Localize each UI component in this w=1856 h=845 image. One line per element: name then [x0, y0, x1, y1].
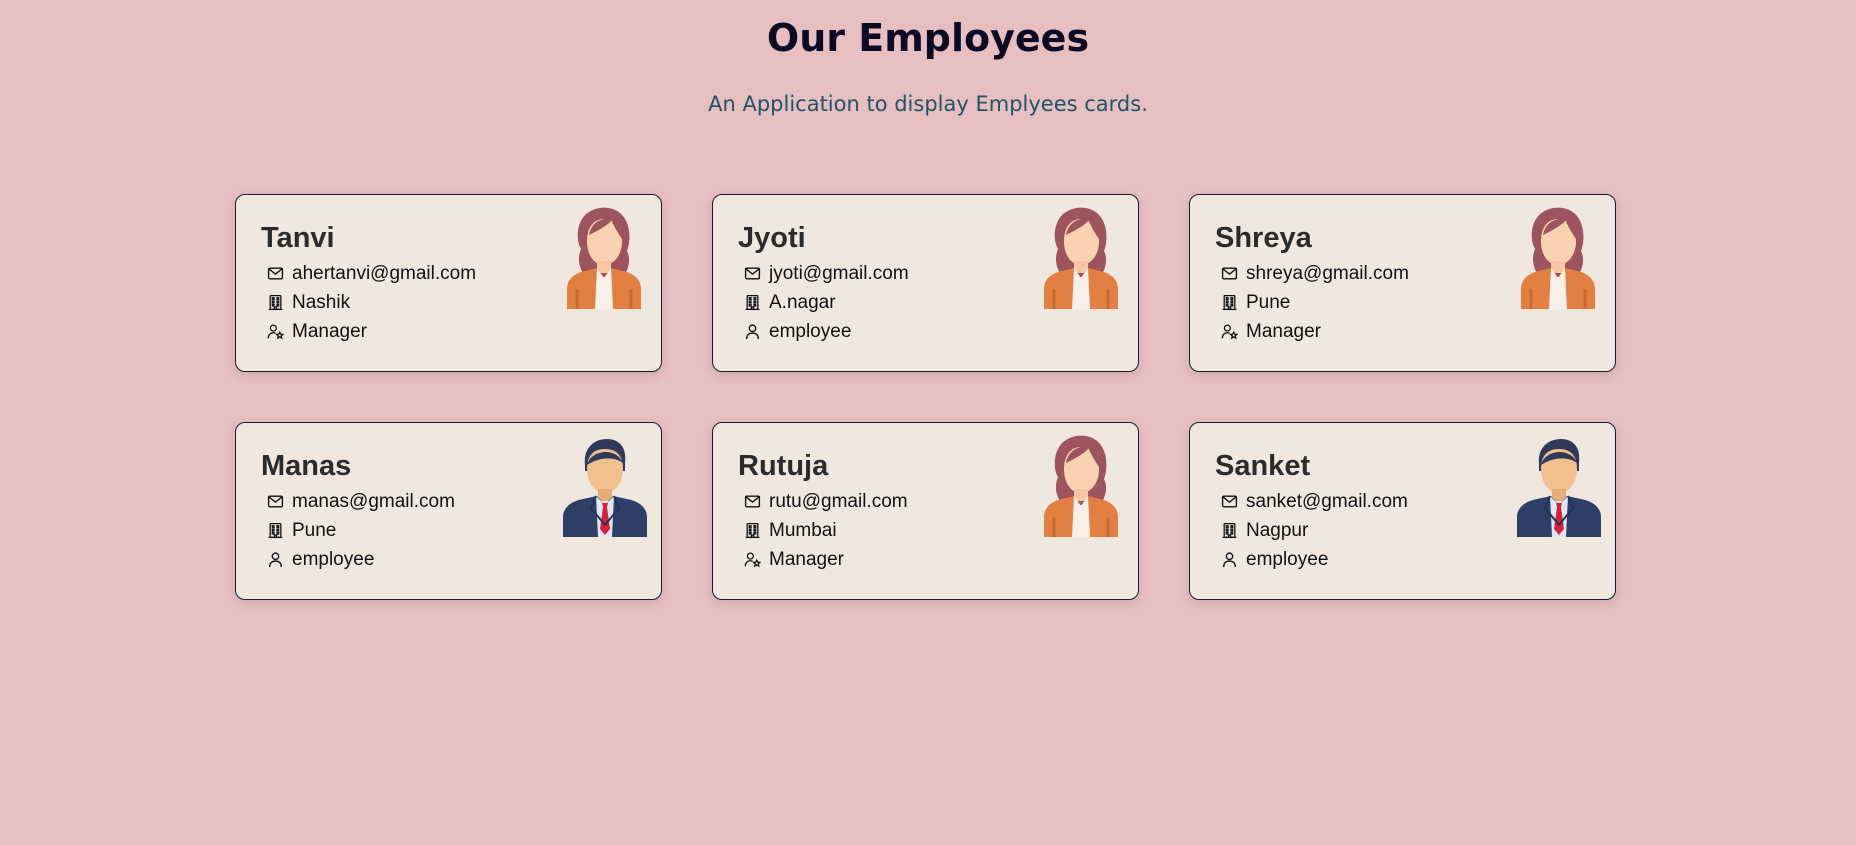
employee-card: Sanket sanket@gmail.com Nagpur employee	[1189, 422, 1616, 600]
employee-name: Shreya	[1215, 222, 1312, 254]
employee-details: jyoti@gmail.com A.nagar employee	[744, 259, 909, 346]
page-title: Our Employees	[766, 16, 1090, 60]
employee-city-row: Pune	[1221, 288, 1409, 317]
building-icon	[745, 294, 760, 311]
employee-role-row: employee	[1221, 545, 1408, 574]
employee-card-grid: Tanvi ahertanvi@gmail.com Nashik Manager Jy…	[235, 194, 1617, 600]
employee-email-row: rutu@gmail.com	[744, 487, 908, 516]
employee-city-row: Pune	[267, 516, 455, 545]
employee-role-row: Manager	[267, 317, 476, 346]
employee-city: Pune	[1246, 291, 1291, 313]
employee-email: sanket@gmail.com	[1246, 490, 1408, 512]
employee-city: Nagpur	[1246, 519, 1309, 541]
employee-name: Manas	[261, 450, 352, 482]
employee-details: sanket@gmail.com Nagpur employee	[1221, 487, 1408, 574]
employee-role-row: Manager	[744, 545, 908, 574]
employee-email: jyoti@gmail.com	[769, 262, 909, 284]
employee-card: Shreya shreya@gmail.com Pune Manager	[1189, 194, 1616, 372]
employee-city: Nashik	[292, 291, 351, 313]
employee-role: employee	[292, 548, 375, 570]
employee-details: ahertanvi@gmail.com Nashik Manager	[267, 259, 476, 346]
employee-email-row: manas@gmail.com	[267, 487, 455, 516]
employee-role: employee	[1246, 548, 1329, 570]
employee-city-row: Mumbai	[744, 516, 908, 545]
employee-city-row: A.nagar	[744, 288, 909, 317]
employee-role: Manager	[769, 548, 844, 570]
employee-city: Pune	[292, 519, 337, 541]
employee-email: ahertanvi@gmail.com	[292, 262, 477, 284]
mail-icon	[1221, 267, 1238, 280]
male-avatar-icon	[563, 439, 647, 537]
female-avatar-icon	[1044, 435, 1118, 537]
employee-email-row: ahertanvi@gmail.com	[267, 259, 476, 288]
mail-icon	[267, 267, 284, 280]
employee-details: shreya@gmail.com Pune Manager	[1221, 259, 1409, 346]
employee-role-row: Manager	[1221, 317, 1409, 346]
employee-name: Sanket	[1215, 450, 1311, 482]
employee-email-row: shreya@gmail.com	[1221, 259, 1409, 288]
user-star-icon	[744, 552, 761, 568]
employee-email: rutu@gmail.com	[769, 490, 908, 512]
user-icon	[1222, 552, 1237, 567]
employee-card: Jyoti jyoti@gmail.com A.nagar employee	[712, 194, 1139, 372]
page-subtitle: An Application to display Emplyees cards…	[708, 92, 1148, 116]
female-avatar-icon	[1521, 207, 1595, 309]
building-icon	[268, 522, 283, 539]
employee-email: shreya@gmail.com	[1246, 262, 1409, 284]
employee-email-row: sanket@gmail.com	[1221, 487, 1408, 516]
employee-details: manas@gmail.com Pune employee	[267, 487, 455, 574]
user-icon	[268, 552, 283, 567]
user-star-icon	[1221, 324, 1238, 340]
user-star-icon	[267, 324, 284, 340]
employee-role: Manager	[292, 320, 367, 342]
mail-icon	[1221, 495, 1238, 508]
employee-role-row: employee	[744, 317, 909, 346]
employee-card: Tanvi ahertanvi@gmail.com Nashik Manager	[235, 194, 662, 372]
employee-name: Rutuja	[738, 450, 829, 482]
employee-email-row: jyoti@gmail.com	[744, 259, 909, 288]
building-icon	[1222, 522, 1237, 539]
employee-card: Rutuja rutu@gmail.com Mumbai Manager	[712, 422, 1139, 600]
mail-icon	[744, 495, 761, 508]
employee-email: manas@gmail.com	[292, 490, 455, 512]
employee-city: Mumbai	[769, 519, 837, 541]
employee-city-row: Nagpur	[1221, 516, 1408, 545]
employee-card: Manas manas@gmail.com Pune employee	[235, 422, 662, 600]
mail-icon	[744, 267, 761, 280]
user-icon	[745, 324, 760, 339]
employee-details: rutu@gmail.com Mumbai Manager	[744, 487, 908, 574]
building-icon	[1222, 294, 1237, 311]
female-avatar-icon	[567, 207, 641, 309]
employee-role-row: employee	[267, 545, 455, 574]
employee-city: A.nagar	[769, 291, 836, 313]
mail-icon	[267, 495, 284, 508]
employee-name: Jyoti	[738, 222, 806, 254]
building-icon	[745, 522, 760, 539]
male-avatar-icon	[1517, 439, 1601, 537]
employee-role: Manager	[1246, 320, 1321, 342]
employee-role: employee	[769, 320, 852, 342]
female-avatar-icon	[1044, 207, 1118, 309]
employee-city-row: Nashik	[267, 288, 476, 317]
employee-name: Tanvi	[261, 222, 335, 254]
building-icon	[268, 294, 283, 311]
